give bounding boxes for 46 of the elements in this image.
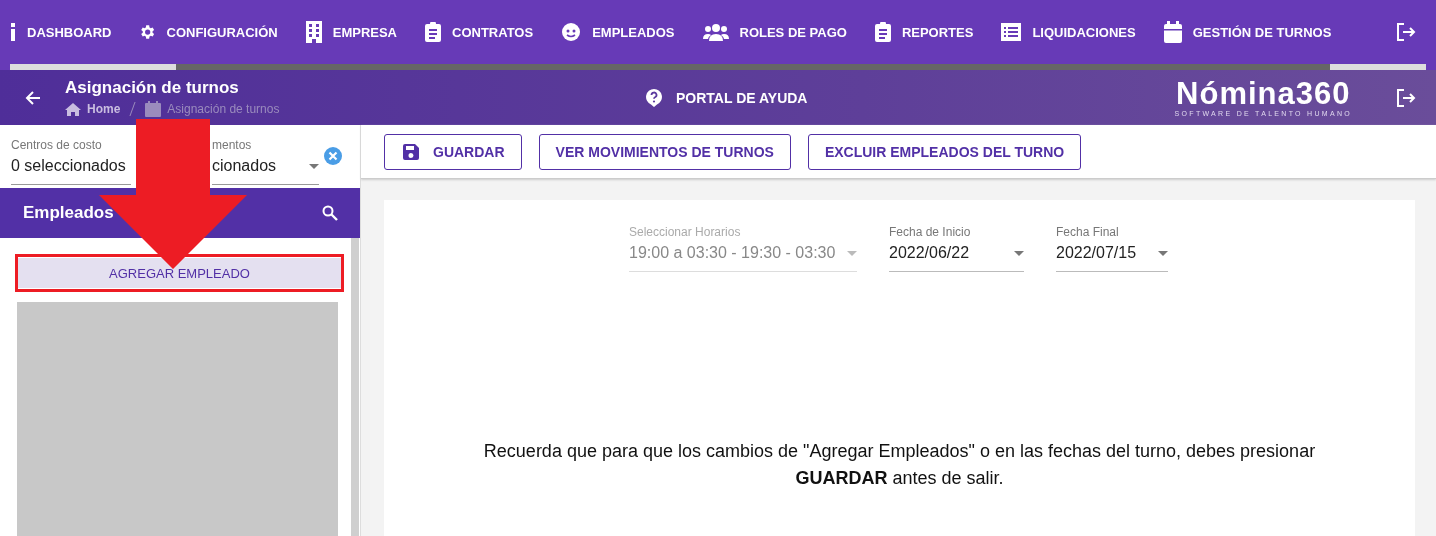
nav-item[interactable]: GESTIÓN DE TURNOS [1163, 21, 1332, 43]
breadcrumb-link[interactable]: Home [87, 102, 121, 116]
clipboard-icon [874, 22, 891, 42]
calendar-icon [145, 101, 162, 117]
home-icon [65, 102, 81, 116]
face-icon [561, 22, 582, 42]
toolbar-button[interactable]: VER MOVIMIENTOS DE TURNOS [538, 133, 791, 170]
nav-item[interactable]: EMPLEADOS [561, 22, 675, 42]
calendar-icon [1163, 21, 1182, 43]
select-field[interactable]: Fecha de Inicio 2022/06/22 [889, 225, 1024, 272]
add-employee-button[interactable]: AGREGAR EMPLEADO [17, 258, 342, 288]
page-title: Asignación de turnos [65, 78, 240, 98]
notice-text: Recuerda que para que los cambios de "Agregar Empleados" o en las fechas del turno, debes presionar GUARDAR antes de salir. [482, 440, 1317, 490]
back-arrow-icon[interactable] [25, 89, 41, 106]
search-icon[interactable] [322, 205, 338, 221]
nav-item[interactable]: EMPRESA [305, 21, 397, 43]
cost-center-select[interactable]: Centros de costo 0 seleccionados [11, 138, 131, 185]
nav-item[interactable]: LIQUIDACIONES [1001, 23, 1136, 41]
dropdown-caret-icon [1158, 250, 1168, 256]
building-icon [305, 21, 322, 43]
nav-item[interactable]: REPORTES [874, 22, 974, 42]
department-select[interactable]: mentos cionados [212, 138, 319, 185]
nav-item[interactable]: DASHBOARD [10, 23, 112, 41]
toolbar-button[interactable]: EXCLUIR EMPLEADOS DEL TURNO [807, 133, 1082, 170]
breadcrumb-current: Asignación de turnos [167, 102, 280, 116]
scrollbar[interactable] [351, 238, 359, 536]
clear-icon[interactable] [324, 147, 342, 165]
nav-item[interactable]: CONTRATOS [425, 22, 534, 42]
logout-icon[interactable] [1396, 88, 1416, 107]
nav-item[interactable]: ROLES DE PAGO [702, 23, 847, 41]
help-icon [646, 88, 662, 107]
save-icon [403, 143, 419, 160]
dropdown-caret-icon [309, 163, 319, 169]
logout-icon[interactable] [1396, 23, 1416, 41]
clipboard-icon [425, 22, 441, 42]
list-icon [1001, 23, 1022, 41]
people-icon [702, 23, 729, 41]
info-icon [10, 23, 16, 41]
toolbar-button[interactable]: GUARDAR [384, 133, 522, 170]
help-portal-link[interactable]: PORTAL DE AYUDA [646, 88, 808, 107]
dropdown-caret-icon [847, 250, 857, 256]
panel-title: Empleados [23, 203, 114, 223]
logo: Nómina360 [1176, 78, 1351, 110]
select-field[interactable]: Fecha Final 2022/07/15 [1056, 225, 1168, 272]
nav-item[interactable]: CONFIGURACIÓN [137, 23, 278, 41]
dropdown-caret-icon [1014, 250, 1024, 256]
